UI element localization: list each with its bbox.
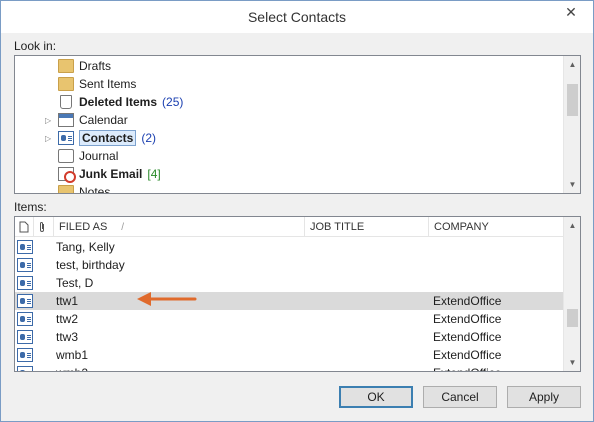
contact-card-icon — [17, 238, 33, 256]
folder-name: Notes — [79, 185, 111, 194]
contact-card-icon — [17, 364, 33, 371]
column-company[interactable]: COMPANY — [429, 217, 565, 237]
look-in-label: Look in: — [14, 39, 57, 53]
cell-filed-as: wmb1 — [56, 348, 89, 362]
items-label: Items: — [14, 200, 47, 214]
folder-item[interactable]: Notes — [58, 183, 111, 194]
company-header: COMPANY — [434, 221, 489, 233]
folder-item[interactable]: Drafts — [58, 57, 111, 75]
contacts-icon — [58, 131, 74, 145]
folder-name: Calendar — [79, 113, 128, 127]
dialog-title: Select Contacts — [247, 9, 347, 25]
items-scrollbar[interactable]: ▲ ▼ — [563, 217, 580, 371]
folder-name-wrap: Deleted Items — [79, 95, 157, 109]
folder-icon — [58, 59, 74, 73]
folder-name-wrap: Contacts — [79, 130, 137, 146]
unread-count: [4] — [147, 167, 161, 181]
scroll-up-icon[interactable]: ▲ — [564, 217, 580, 234]
trash-icon — [60, 95, 72, 109]
cell-filed-as: test, birthday — [56, 258, 125, 272]
cell-filed-as: Tang, Kelly — [56, 240, 115, 254]
sort-indicator-icon: / — [121, 221, 125, 233]
journal-icon — [58, 149, 74, 163]
folder-name-wrap: Junk Email — [79, 167, 142, 181]
folder-tree-scrollbar[interactable]: ▲ ▼ — [563, 56, 580, 193]
cell-company: ExtendOffice — [433, 330, 502, 344]
unread-count: (25) — [162, 95, 184, 109]
apply-button[interactable]: Apply — [507, 386, 581, 408]
filed-as-header: FILED AS — [59, 221, 108, 233]
table-row[interactable]: wmb2 ExtendOffice — [15, 364, 563, 371]
folder-name-wrap: Sent Items — [79, 77, 136, 91]
cell-filed-as: ttw3 — [56, 330, 79, 344]
table-row[interactable]: ttw2 ExtendOffice — [15, 310, 563, 328]
table-row[interactable]: wmb1 ExtendOffice — [15, 346, 563, 364]
job-title-header: JOB TITLE — [310, 221, 365, 233]
scroll-up-icon[interactable]: ▲ — [564, 56, 580, 73]
calendar-icon — [58, 113, 74, 127]
table-row[interactable]: ttw1 ExtendOffice — [15, 292, 563, 310]
folder-name-wrap: Journal — [79, 149, 118, 163]
folder-icon — [58, 77, 74, 91]
cell-company: ExtendOffice — [433, 364, 501, 371]
folder-name: Junk Email — [79, 167, 143, 181]
folder-item[interactable]: Junk Email [4] — [58, 165, 161, 183]
folder-name: Journal — [79, 149, 119, 163]
close-button[interactable]: ✕ — [557, 2, 585, 22]
table-row[interactable]: test, birthday — [15, 256, 563, 274]
folder-name: Sent Items — [79, 77, 137, 91]
arrow-left-icon — [137, 292, 197, 306]
folder-item[interactable]: Journal — [58, 147, 118, 165]
folder-icon — [58, 185, 74, 193]
folder-item[interactable]: Deleted Items (25) — [58, 93, 183, 111]
contact-card-icon — [17, 256, 33, 274]
unread-count: (2) — [141, 131, 157, 145]
contact-card-icon — [17, 292, 33, 310]
column-job-title[interactable]: JOB TITLE — [305, 217, 429, 237]
column-header: FILED AS / JOB TITLE COMPANY — [15, 217, 563, 237]
folder-item[interactable]: ▷ Contacts (2) — [45, 129, 157, 147]
expand-arrow-icon[interactable]: ▷ — [45, 116, 51, 125]
items-list[interactable]: FILED AS / JOB TITLE COMPANY Tang, Kelly… — [14, 216, 581, 372]
cell-filed-as: Test, D — [56, 276, 94, 290]
column-filed-as[interactable]: FILED AS / — [54, 217, 305, 237]
expand-arrow-icon[interactable]: ▷ — [45, 134, 51, 143]
folder-name-wrap: Drafts — [79, 59, 111, 73]
column-icon[interactable] — [15, 217, 34, 237]
ok-button[interactable]: OK — [339, 386, 413, 408]
folder-item[interactable]: Sent Items — [58, 75, 136, 93]
folder-name: Contacts — [82, 131, 134, 145]
scroll-down-icon[interactable]: ▼ — [564, 176, 580, 193]
folder-name-wrap: Notes — [79, 185, 111, 194]
document-icon — [19, 221, 29, 233]
cell-company: ExtendOffice — [433, 294, 502, 308]
cell-filed-as: ttw2 — [56, 312, 79, 326]
close-icon: ✕ — [565, 3, 577, 20]
select-contacts-dialog: Select Contacts ✕ Look in: Drafts Sent It… — [0, 0, 594, 422]
contact-card-icon — [17, 274, 33, 292]
table-row[interactable]: Test, D — [15, 274, 563, 292]
cell-filed-as: wmb2 — [56, 364, 88, 371]
cancel-button[interactable]: Cancel — [423, 386, 497, 408]
folder-item[interactable]: ▷ Calendar — [45, 111, 128, 129]
scroll-thumb[interactable] — [567, 309, 578, 327]
folder-tree[interactable]: Drafts Sent Items Deleted Items (25) ▷ Calend… — [14, 55, 581, 194]
title-bar: Select Contacts ✕ — [1, 1, 593, 33]
cell-filed-as: ttw1 — [56, 294, 79, 308]
folder-name: Drafts — [79, 59, 112, 73]
folder-name: Deleted Items — [79, 95, 158, 109]
contact-card-icon — [17, 346, 33, 364]
cell-company: ExtendOffice — [433, 348, 502, 362]
column-attachment[interactable] — [34, 217, 54, 237]
paperclip-icon — [40, 222, 44, 232]
table-row[interactable]: Tang, Kelly — [15, 238, 563, 256]
scroll-thumb[interactable] — [567, 84, 578, 116]
table-row[interactable]: ttw3 ExtendOffice — [15, 328, 563, 346]
cell-company: ExtendOffice — [433, 312, 502, 326]
folder-name-wrap: Calendar — [79, 113, 128, 127]
junk-email-icon — [58, 167, 76, 183]
scroll-down-icon[interactable]: ▼ — [564, 354, 580, 371]
contact-card-icon — [17, 328, 33, 346]
contact-card-icon — [17, 310, 33, 328]
